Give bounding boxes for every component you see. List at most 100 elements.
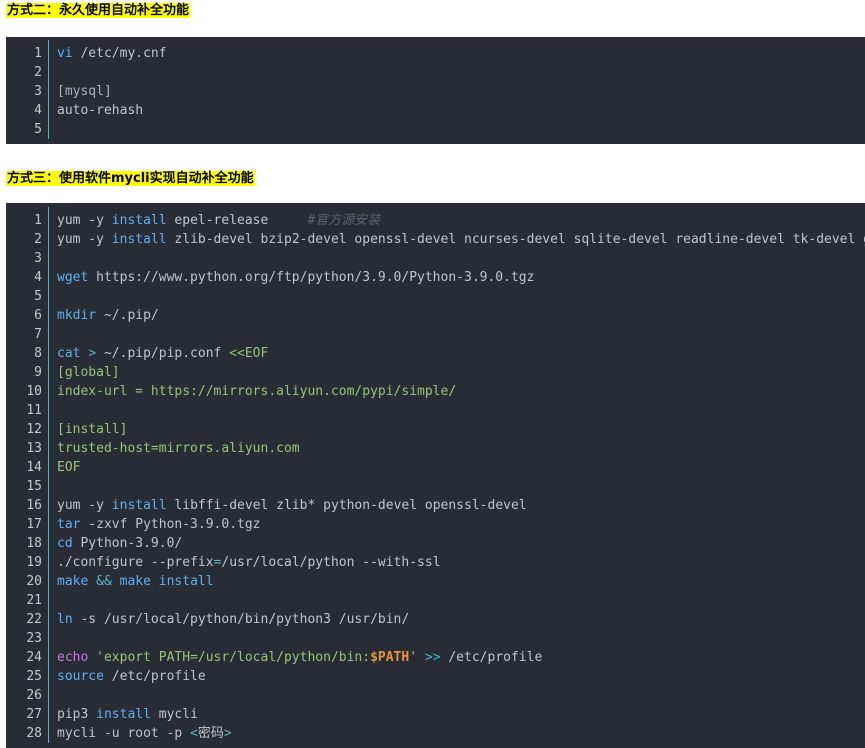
code-token: wget: [57, 270, 89, 285]
code-token: 密码: [197, 726, 224, 741]
line-number: 7: [34, 327, 42, 342]
code-token: install: [158, 574, 214, 589]
code-text: cd Python-3.9.0/: [57, 534, 182, 553]
line-number: 17: [26, 517, 42, 532]
line-number: 18: [26, 536, 42, 551]
code-text: auto-rehash: [57, 101, 143, 120]
code-token: install: [111, 213, 167, 228]
line-number: 4: [34, 270, 42, 285]
code-token: ~/.pip/: [96, 308, 159, 323]
code-token: pip3: [57, 707, 97, 722]
code-text: wget https://www.python.org/ftp/python/3…: [57, 268, 534, 287]
code-text: cat > ~/.pip/pip.conf <<EOF: [57, 344, 268, 363]
code-text: ln -s /usr/local/python/bin/python3 /usr…: [57, 610, 409, 629]
code-block-mycnf: 1 vi /etc/my.cnf 2 3 [mysql] 4 auto-rehash 5: [6, 37, 865, 144]
line-number: 19: [26, 555, 42, 570]
code-token: mycli: [150, 707, 198, 722]
code-token: index-url = https://mirrors.aliyun.com/p…: [57, 384, 457, 399]
line-number: 5: [34, 122, 42, 137]
line-number: 27: [26, 707, 42, 722]
line-number: 16: [26, 498, 42, 513]
line-number: 4: [34, 103, 42, 118]
code-text: tar -zxvf Python-3.9.0.tgz: [57, 515, 261, 534]
code-token: auto-rehash: [57, 103, 144, 118]
code-text: yum -y install zlib-devel bzip2-devel op…: [57, 230, 865, 249]
code-text: vi /etc/my.cnf: [57, 44, 167, 63]
line-number: 11: [26, 403, 42, 418]
line-number: 24: [26, 650, 42, 665]
code-token: make: [119, 574, 151, 589]
line-number: 2: [34, 65, 42, 80]
code-token: epel-release: [166, 213, 308, 228]
line-number: 23: [26, 631, 42, 646]
code-token: ln: [57, 612, 73, 627]
code-token: /usr/local/python --with-ssl: [221, 555, 441, 570]
line-number: 1: [34, 46, 42, 61]
line-number: 14: [26, 460, 42, 475]
code-token: yum -y: [57, 498, 112, 513]
line-number: 5: [34, 289, 42, 304]
code-text: mycli -u root -p <密码>: [57, 724, 232, 743]
code-token: make: [57, 574, 89, 589]
code-token: Python-3.9.0/: [72, 536, 183, 551]
code-token: [global]: [57, 365, 120, 380]
code-text: ./configure --prefix=/usr/local/python -…: [57, 553, 441, 572]
line-number: 3: [34, 251, 42, 266]
code-token: $PATH: [370, 650, 410, 665]
code-text: [global]: [57, 363, 120, 382]
code-text: trusted-host=mirrors.aliyun.com: [57, 439, 300, 458]
line-number: 2: [34, 232, 42, 247]
line-number: 15: [26, 479, 42, 494]
code-token: [mysql]: [57, 84, 112, 99]
line-number: 13: [26, 441, 42, 456]
code-text: yum -y install epel-release #官方源安装: [57, 211, 380, 230]
code-token: zlib-devel bzip2-devel openssl-devel ncu…: [166, 232, 865, 247]
gutter-divider: [48, 40, 49, 139]
code-token: libffi-devel zlib* python-devel openssl-…: [166, 498, 527, 513]
code-text: echo 'export PATH=/usr/local/python/bin:…: [57, 648, 542, 667]
code-token: install: [96, 707, 151, 722]
line-number: 3: [34, 84, 42, 99]
code-token: mycli -u root -p: [57, 726, 191, 741]
code-token: ~/.pip/pip.conf: [96, 346, 230, 361]
code-text: pip3 install mycli: [57, 705, 198, 724]
code-token: /etc/my.cnf: [72, 46, 167, 61]
code-token: [install]: [57, 422, 128, 437]
code-text: EOF: [57, 458, 80, 477]
line-number: 22: [26, 612, 42, 627]
code-token: mkdir: [57, 308, 97, 323]
code-token: cd: [57, 536, 73, 551]
code-token: /etc/profile: [103, 669, 206, 684]
code-token: trusted-host=mirrors.aliyun.com: [57, 441, 300, 456]
code-token: <<EOF: [229, 346, 269, 361]
code-text: index-url = https://mirrors.aliyun.com/p…: [57, 382, 456, 401]
line-number: 26: [26, 688, 42, 703]
line-number: 12: [26, 422, 42, 437]
code-token: -s /usr/local/python/bin/python3 /usr/bi…: [72, 612, 410, 627]
code-token: #官方源安装: [307, 213, 381, 228]
code-token: tar: [57, 517, 81, 532]
code-token: echo: [57, 650, 89, 665]
code-token: >: [223, 726, 232, 741]
code-block-mycli-install: 1 yum -y install epel-release #官方源安装 2 yum …: [6, 203, 865, 748]
code-token: EOF: [57, 460, 81, 475]
code-token: <: [190, 726, 198, 741]
code-text: source /etc/profile: [57, 667, 206, 686]
code-token: /etc/profile: [440, 650, 543, 665]
code-token: cat: [57, 346, 81, 361]
code-token: install: [111, 232, 167, 247]
code-text: [mysql]: [57, 82, 112, 101]
code-token: source: [57, 669, 104, 684]
line-number: 10: [26, 384, 42, 399]
line-number: 6: [34, 308, 42, 323]
line-number: 1: [34, 213, 42, 228]
section-heading-mycli: 方式三：使用软件mycli实现自动补全功能: [6, 170, 255, 187]
code-text: yum -y install libffi-devel zlib* python…: [57, 496, 527, 515]
line-number: 21: [26, 593, 42, 608]
code-text: mkdir ~/.pip/: [57, 306, 159, 325]
